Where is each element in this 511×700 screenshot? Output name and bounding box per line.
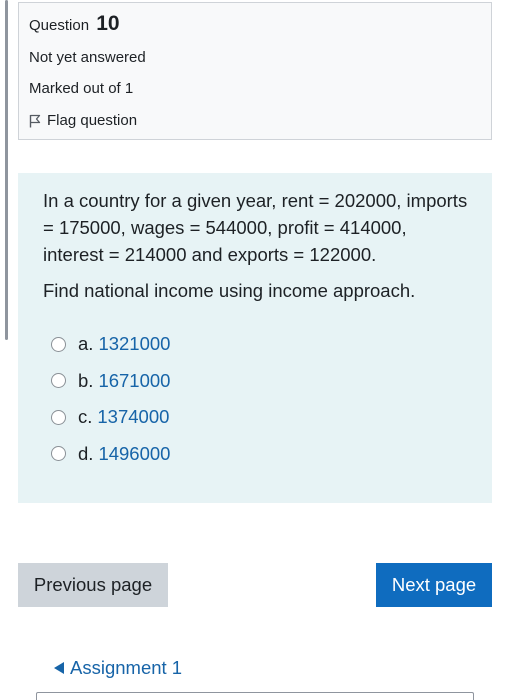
answer-value[interactable]: 1671000 [98, 370, 170, 392]
question-info-panel: Question 10 Not yet answered Marked out … [18, 2, 492, 140]
radio-button[interactable] [51, 336, 66, 352]
answer-letter: a. [78, 333, 94, 355]
question-number: 10 [96, 12, 120, 35]
assignment-back-link[interactable]: Assignment 1 [54, 657, 182, 679]
next-page-button[interactable]: Next page [376, 563, 492, 607]
question-prompt: Find national income using income approa… [43, 280, 416, 301]
flag-icon [29, 114, 41, 128]
back-link-label: Assignment 1 [70, 657, 183, 678]
radio-button[interactable] [51, 446, 66, 462]
triangle-left-icon [54, 662, 64, 674]
previous-page-button[interactable]: Previous page [18, 563, 168, 607]
question-label: Question [29, 17, 90, 34]
answer-value[interactable]: 1321000 [98, 333, 170, 355]
answer-value[interactable]: 1374000 [97, 406, 169, 428]
answer-option-a[interactable]: a. 1321000 [51, 326, 468, 363]
flag-question-link[interactable]: Flag question [29, 111, 491, 131]
question-state: Not yet answered [29, 49, 146, 66]
answer-value[interactable]: 1496000 [98, 443, 170, 465]
question-marks: Marked out of 1 [29, 80, 134, 97]
answer-option-c[interactable]: c. 1374000 [51, 399, 468, 436]
radio-button[interactable] [51, 409, 66, 425]
answer-letter: b. [78, 369, 94, 391]
question-text: In a country for a given year, rent = 20… [43, 190, 468, 265]
question-content: In a country for a given year, rent = 20… [18, 173, 492, 503]
answer-options: a. 1321000 b. 1671000 c. 1374000 d. 1496… [43, 326, 468, 472]
answer-letter: d. [78, 442, 94, 464]
jump-to-select[interactable] [36, 692, 474, 700]
answer-option-d[interactable]: d. 1496000 [51, 436, 468, 473]
question-heading: Question 10 [29, 13, 491, 37]
radio-button[interactable] [51, 373, 66, 389]
answer-option-b[interactable]: b. 1671000 [51, 363, 468, 400]
quiz-page: Question 10 Not yet answered Marked out … [0, 0, 511, 700]
scrollbar[interactable] [5, 0, 8, 340]
flag-question-label: Flag question [47, 112, 138, 129]
answer-letter: c. [78, 406, 93, 428]
